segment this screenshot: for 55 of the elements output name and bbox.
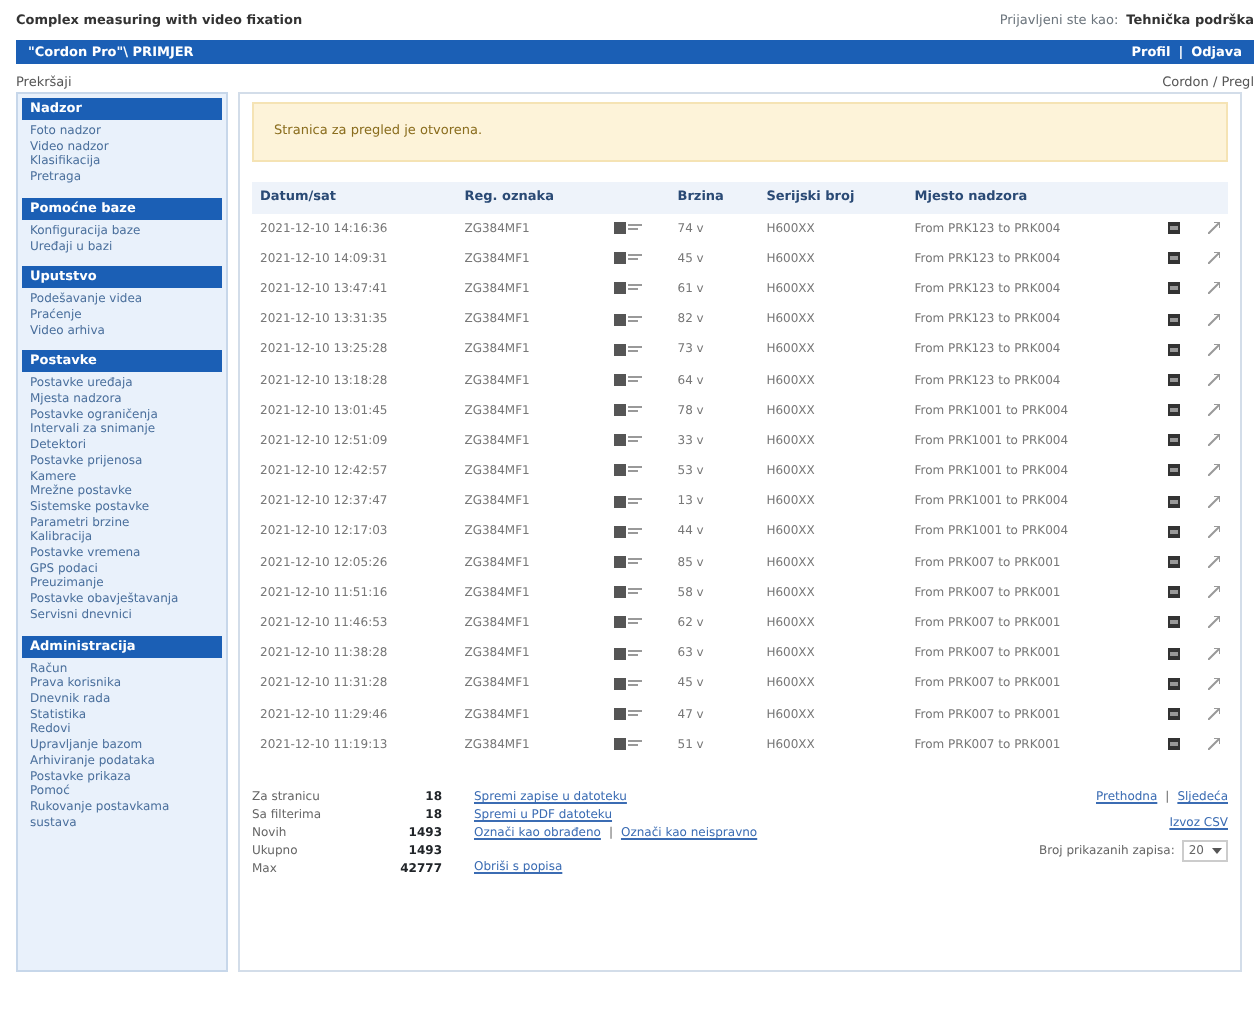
- film-icon[interactable]: [1168, 707, 1181, 720]
- flag-icon: [614, 495, 643, 508]
- external-link-icon[interactable]: [1208, 404, 1220, 417]
- film-icon[interactable]: [1168, 616, 1181, 629]
- flag-icon: [614, 556, 643, 569]
- external-link-icon[interactable]: [1208, 221, 1220, 234]
- film-icon[interactable]: [1168, 373, 1181, 386]
- film-icon[interactable]: [1168, 586, 1181, 599]
- film-icon[interactable]: [1168, 343, 1181, 356]
- film-icon[interactable]: [1168, 221, 1181, 234]
- external-link-icon[interactable]: [1208, 647, 1220, 660]
- external-link-icon[interactable]: [1208, 313, 1220, 326]
- film-icon[interactable]: [1168, 677, 1181, 690]
- flag-icon: [614, 464, 643, 477]
- flag-icon: [614, 252, 643, 265]
- external-link-icon[interactable]: [1208, 282, 1220, 295]
- film-icon[interactable]: [1168, 464, 1181, 477]
- flag-icon: [614, 586, 643, 599]
- film-icon[interactable]: [1168, 525, 1181, 538]
- flag-icon: [614, 282, 643, 295]
- external-link-icon[interactable]: [1208, 495, 1220, 508]
- external-link-icon[interactable]: [1208, 434, 1220, 447]
- film-icon[interactable]: [1168, 282, 1181, 295]
- film-icon[interactable]: [1168, 252, 1181, 265]
- external-link-icon[interactable]: [1208, 616, 1220, 629]
- caret-icon: [1212, 847, 1222, 854]
- external-link-icon[interactable]: [1208, 556, 1220, 569]
- external-link-icon[interactable]: [1208, 525, 1220, 538]
- external-link-icon[interactable]: [1208, 464, 1220, 477]
- external-link-icon[interactable]: [1208, 707, 1220, 720]
- flag-icon: [614, 525, 643, 538]
- film-icon[interactable]: [1168, 434, 1181, 447]
- film-icon[interactable]: [1168, 495, 1181, 508]
- flag-icon: [614, 404, 643, 417]
- external-link-icon[interactable]: [1208, 677, 1220, 690]
- flag-icon: [614, 707, 643, 720]
- external-link-icon[interactable]: [1208, 586, 1220, 599]
- film-icon[interactable]: [1168, 404, 1181, 417]
- external-link-icon[interactable]: [1208, 373, 1220, 386]
- external-link-icon[interactable]: [1208, 252, 1220, 265]
- film-icon[interactable]: [1168, 738, 1181, 751]
- flag-icon: [614, 313, 643, 326]
- flag-icon: [614, 343, 643, 356]
- flag-icon: [614, 616, 643, 629]
- flag-icon: [614, 647, 643, 660]
- film-icon[interactable]: [1168, 647, 1181, 660]
- external-link-icon[interactable]: [1208, 343, 1220, 356]
- external-link-icon[interactable]: [1208, 738, 1220, 751]
- flag-icon: [614, 738, 643, 751]
- film-icon[interactable]: [1168, 556, 1181, 569]
- flag-icon: [614, 677, 643, 690]
- flag-icon: [614, 221, 643, 234]
- flag-icon: [614, 373, 643, 386]
- film-icon[interactable]: [1168, 313, 1181, 326]
- flag-icon: [614, 434, 643, 447]
